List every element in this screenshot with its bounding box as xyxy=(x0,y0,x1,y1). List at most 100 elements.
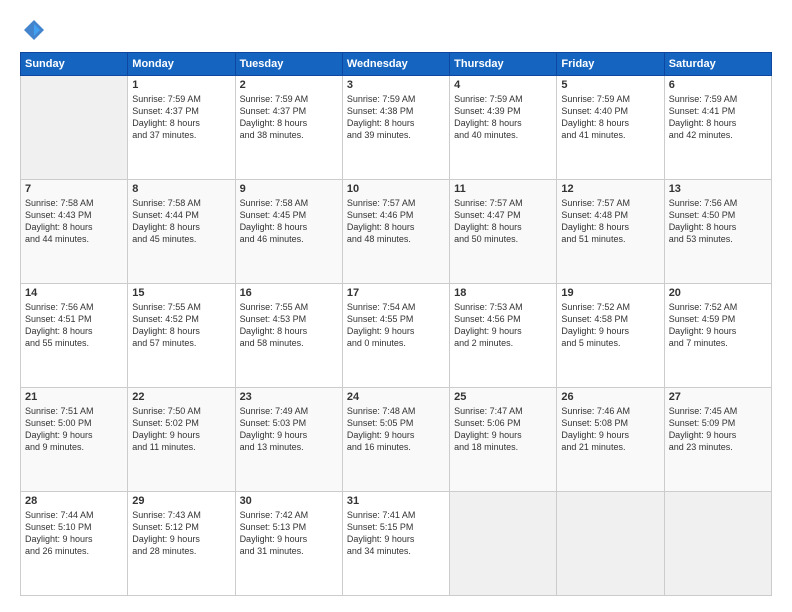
day-number: 22 xyxy=(132,391,230,403)
calendar-cell: 17Sunrise: 7:54 AMSunset: 4:55 PMDayligh… xyxy=(342,284,449,388)
cell-content: Sunrise: 7:59 AMSunset: 4:39 PMDaylight:… xyxy=(454,93,552,142)
calendar-cell: 23 Sunrise: 7:49 AMSunset: 5:03 PMDayligh… xyxy=(235,388,342,492)
weekday-header: Thursday xyxy=(450,53,557,76)
cell-content: Sunrise: 7:43 AMSunset: 5:12 PMDaylight:… xyxy=(132,509,230,558)
cell-content: Sunrise: 7:51 AMSunset: 5:00 PMDaylight:… xyxy=(25,405,123,454)
day-number: 20 xyxy=(669,287,767,299)
calendar-cell: 25 Sunrise: 7:47 AMSunset: 5:06 PMDayligh… xyxy=(450,388,557,492)
calendar-cell: 5 Sunrise: 7:59 AMSunset: 4:40 PMDaylight… xyxy=(557,76,664,180)
day-number: 18 xyxy=(454,287,552,299)
calendar-cell: 18 Sunrise: 7:53 AMSunset: 4:56 PMDayligh… xyxy=(450,284,557,388)
day-number: 28 xyxy=(25,495,123,507)
cell-content: Sunrise: 7:41 AMSunset: 5:15 PMDaylight:… xyxy=(347,509,445,558)
cell-content: Sunrise: 7:52 AMSunset: 4:58 PMDaylight:… xyxy=(561,301,659,350)
cell-content: Sunrise: 7:59 AMSunset: 4:37 PMDaylight:… xyxy=(132,93,230,142)
cell-content: Sunrise: 7:58 AMSunset: 4:44 PMDaylight:… xyxy=(132,197,230,246)
day-number: 16 xyxy=(240,287,338,299)
day-number: 1 xyxy=(132,79,230,91)
day-number: 11 xyxy=(454,183,552,195)
day-number: 23 xyxy=(240,391,338,403)
cell-content: Sunrise: 7:44 AMSunset: 5:10 PMDaylight:… xyxy=(25,509,123,558)
calendar-cell: 11 Sunrise: 7:57 AMSunset: 4:47 PMDayligh… xyxy=(450,180,557,284)
calendar-cell: 4Sunrise: 7:59 AMSunset: 4:39 PMDaylight… xyxy=(450,76,557,180)
cell-content: Sunrise: 7:58 AMSunset: 4:45 PMDaylight:… xyxy=(240,197,338,246)
page: SundayMondayTuesdayWednesdayThursdayFrid… xyxy=(0,0,792,612)
calendar-cell: 27 Sunrise: 7:45 AMSunset: 5:09 PMDayligh… xyxy=(664,388,771,492)
day-number: 15 xyxy=(132,287,230,299)
day-number: 6 xyxy=(669,79,767,91)
day-number: 7 xyxy=(25,183,123,195)
calendar-cell: 19 Sunrise: 7:52 AMSunset: 4:58 PMDayligh… xyxy=(557,284,664,388)
week-row: 28 Sunrise: 7:44 AMSunset: 5:10 PMDayligh… xyxy=(21,492,772,596)
day-number: 3 xyxy=(347,79,445,91)
week-row: 7 Sunrise: 7:58 AMSunset: 4:43 PMDaylight… xyxy=(21,180,772,284)
cell-content: Sunrise: 7:57 AMSunset: 4:46 PMDaylight:… xyxy=(347,197,445,246)
day-number: 24 xyxy=(347,391,445,403)
day-number: 2 xyxy=(240,79,338,91)
calendar-cell: 28 Sunrise: 7:44 AMSunset: 5:10 PMDayligh… xyxy=(21,492,128,596)
cell-content: Sunrise: 7:55 AMSunset: 4:52 PMDaylight:… xyxy=(132,301,230,350)
day-number: 8 xyxy=(132,183,230,195)
calendar-cell xyxy=(450,492,557,596)
calendar-cell: 29 Sunrise: 7:43 AMSunset: 5:12 PMDayligh… xyxy=(128,492,235,596)
calendar-cell: 26 Sunrise: 7:46 AMSunset: 5:08 PMDayligh… xyxy=(557,388,664,492)
cell-content: Sunrise: 7:49 AMSunset: 5:03 PMDaylight:… xyxy=(240,405,338,454)
calendar-cell: 13 Sunrise: 7:56 AMSunset: 4:50 PMDayligh… xyxy=(664,180,771,284)
calendar-cell: 9Sunrise: 7:58 AMSunset: 4:45 PMDaylight… xyxy=(235,180,342,284)
day-number: 21 xyxy=(25,391,123,403)
cell-content: Sunrise: 7:55 AMSunset: 4:53 PMDaylight:… xyxy=(240,301,338,350)
weekday-header: Sunday xyxy=(21,53,128,76)
cell-content: Sunrise: 7:57 AMSunset: 4:48 PMDaylight:… xyxy=(561,197,659,246)
calendar-cell: 15 Sunrise: 7:55 AMSunset: 4:52 PMDayligh… xyxy=(128,284,235,388)
cell-content: Sunrise: 7:59 AMSunset: 4:41 PMDaylight:… xyxy=(669,93,767,142)
cell-content: Sunrise: 7:53 AMSunset: 4:56 PMDaylight:… xyxy=(454,301,552,350)
day-number: 12 xyxy=(561,183,659,195)
calendar-cell xyxy=(557,492,664,596)
calendar-cell: 20 Sunrise: 7:52 AMSunset: 4:59 PMDayligh… xyxy=(664,284,771,388)
header xyxy=(20,16,772,44)
calendar-cell: 10 Sunrise: 7:57 AMSunset: 4:46 PMDayligh… xyxy=(342,180,449,284)
calendar-cell: 21 Sunrise: 7:51 AMSunset: 5:00 PMDayligh… xyxy=(21,388,128,492)
logo xyxy=(20,16,52,44)
day-number: 5 xyxy=(561,79,659,91)
weekday-header: Tuesday xyxy=(235,53,342,76)
cell-content: Sunrise: 7:59 AMSunset: 4:37 PMDaylight:… xyxy=(240,93,338,142)
week-row: 21 Sunrise: 7:51 AMSunset: 5:00 PMDayligh… xyxy=(21,388,772,492)
day-number: 19 xyxy=(561,287,659,299)
cell-content: Sunrise: 7:59 AMSunset: 4:38 PMDaylight:… xyxy=(347,93,445,142)
week-row: 1 Sunrise: 7:59 AMSunset: 4:37 PMDaylight… xyxy=(21,76,772,180)
day-number: 10 xyxy=(347,183,445,195)
day-number: 31 xyxy=(347,495,445,507)
cell-content: Sunrise: 7:56 AMSunset: 4:51 PMDaylight:… xyxy=(25,301,123,350)
calendar-table: SundayMondayTuesdayWednesdayThursdayFrid… xyxy=(20,52,772,596)
calendar-cell xyxy=(21,76,128,180)
cell-content: Sunrise: 7:57 AMSunset: 4:47 PMDaylight:… xyxy=(454,197,552,246)
calendar-cell: 31 Sunrise: 7:41 AMSunset: 5:15 PMDayligh… xyxy=(342,492,449,596)
calendar-cell: 7 Sunrise: 7:58 AMSunset: 4:43 PMDaylight… xyxy=(21,180,128,284)
day-number: 30 xyxy=(240,495,338,507)
cell-content: Sunrise: 7:56 AMSunset: 4:50 PMDaylight:… xyxy=(669,197,767,246)
day-number: 25 xyxy=(454,391,552,403)
cell-content: Sunrise: 7:58 AMSunset: 4:43 PMDaylight:… xyxy=(25,197,123,246)
logo-icon xyxy=(20,16,48,44)
day-number: 27 xyxy=(669,391,767,403)
day-number: 17 xyxy=(347,287,445,299)
cell-content: Sunrise: 7:46 AMSunset: 5:08 PMDaylight:… xyxy=(561,405,659,454)
cell-content: Sunrise: 7:52 AMSunset: 4:59 PMDaylight:… xyxy=(669,301,767,350)
calendar-cell xyxy=(664,492,771,596)
day-number: 26 xyxy=(561,391,659,403)
day-number: 14 xyxy=(25,287,123,299)
cell-content: Sunrise: 7:45 AMSunset: 5:09 PMDaylight:… xyxy=(669,405,767,454)
cell-content: Sunrise: 7:47 AMSunset: 5:06 PMDaylight:… xyxy=(454,405,552,454)
day-number: 29 xyxy=(132,495,230,507)
calendar-cell: 6 Sunrise: 7:59 AMSunset: 4:41 PMDaylight… xyxy=(664,76,771,180)
weekday-header: Wednesday xyxy=(342,53,449,76)
weekday-header: Saturday xyxy=(664,53,771,76)
calendar-cell: 2 Sunrise: 7:59 AMSunset: 4:37 PMDaylight… xyxy=(235,76,342,180)
calendar-cell: 12 Sunrise: 7:57 AMSunset: 4:48 PMDayligh… xyxy=(557,180,664,284)
day-number: 13 xyxy=(669,183,767,195)
weekday-header-row: SundayMondayTuesdayWednesdayThursdayFrid… xyxy=(21,53,772,76)
cell-content: Sunrise: 7:59 AMSunset: 4:40 PMDaylight:… xyxy=(561,93,659,142)
calendar-cell: 30Sunrise: 7:42 AMSunset: 5:13 PMDayligh… xyxy=(235,492,342,596)
calendar-cell: 24Sunrise: 7:48 AMSunset: 5:05 PMDayligh… xyxy=(342,388,449,492)
